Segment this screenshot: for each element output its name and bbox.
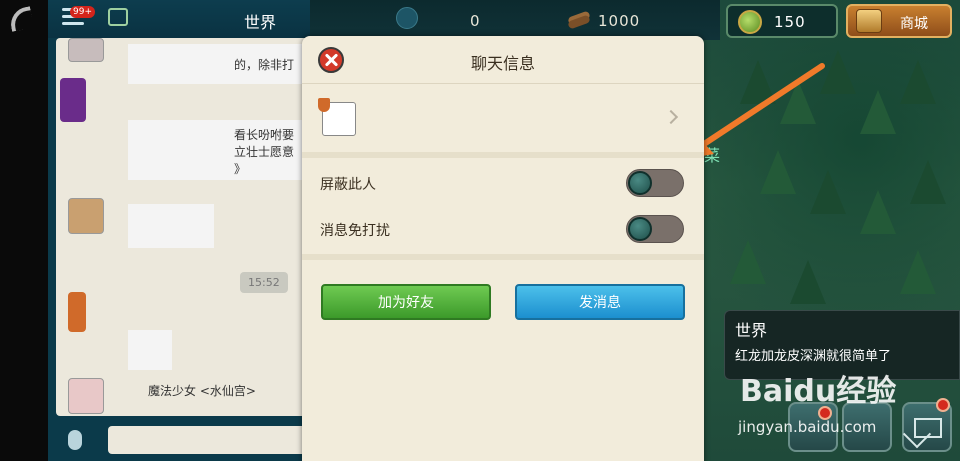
tree (790, 260, 826, 304)
chat-channel-title: 世界 (244, 13, 277, 32)
tree (900, 250, 936, 294)
unread-badge: 99+ (70, 6, 95, 18)
chat-input[interactable] (108, 426, 310, 454)
setting-row-mute: 消息免打扰 (302, 206, 704, 252)
avatar[interactable] (60, 78, 86, 122)
resource-value: 0 (470, 12, 480, 30)
setting-row-block: 屏蔽此人 (302, 160, 704, 206)
watermark-url: jingyan.baidu.com (738, 418, 877, 436)
shop-label: 商城 (900, 16, 928, 32)
chat-panel: 99+ 世界 的，除非打 看长吩咐要 立壮士愿意 》 15:52 魔法少女 <水… (48, 0, 310, 461)
shop-button[interactable]: 商城 (846, 4, 952, 38)
mute-notifications-label: 消息免打扰 (320, 223, 390, 239)
message-text: 看长吩咐要 (234, 128, 295, 142)
mute-notifications-toggle[interactable] (626, 215, 684, 243)
toggle-knob (628, 217, 652, 241)
treasure-chest-icon (856, 9, 882, 33)
chat-info-dialog: 聊天信息 屏蔽此人 消息免打扰 加为好友 发消息 (302, 36, 704, 461)
add-friend-button[interactable]: 加为好友 (321, 284, 491, 320)
world-chat-title: 世界 (735, 321, 768, 340)
gem-icon (738, 10, 762, 34)
bell-icon[interactable] (396, 7, 418, 29)
sender-name: 魔法少女 <水仙宫> (148, 384, 256, 398)
send-message-button[interactable]: 发消息 (515, 284, 685, 320)
resource-bar (300, 0, 720, 40)
chat-messages[interactable]: 的，除非打 看长吩咐要 立壮士愿意 》 15:52 魔法少女 <水仙宫> (56, 38, 310, 416)
message-bubble (128, 330, 172, 370)
message-bubble (128, 204, 214, 248)
profile-row[interactable] (302, 92, 704, 148)
watermark-logo: Baidu经验 (740, 374, 897, 409)
chevron-right-icon (663, 109, 679, 125)
message-text: 立壮士愿意 (234, 145, 295, 159)
mail-button[interactable] (902, 398, 952, 452)
notification-dot (936, 398, 950, 412)
wood-icon (568, 11, 590, 29)
chat-input-bar (48, 420, 310, 461)
divider (302, 152, 704, 158)
block-user-label: 屏蔽此人 (320, 177, 376, 193)
world-chat-message: 红龙加龙皮深渊就很简单了 (735, 349, 892, 364)
mail-icon (914, 418, 942, 438)
message-text: 》 (234, 162, 247, 176)
tree (730, 240, 766, 284)
avatar[interactable] (68, 292, 86, 332)
message-text: 的，除非打 (234, 58, 295, 72)
tree (860, 190, 896, 234)
avatar[interactable] (68, 198, 104, 234)
tree (900, 60, 936, 104)
gem-counter[interactable]: 150 (726, 4, 838, 38)
toggle-knob (628, 171, 652, 195)
left-bezel (0, 0, 48, 461)
timestamp: 15:52 (240, 272, 288, 293)
rank-badge-icon (318, 98, 330, 112)
tree (860, 90, 896, 134)
divider (302, 254, 704, 260)
tree (810, 170, 846, 214)
dialog-title: 聊天信息 (470, 54, 535, 73)
chat-header: 99+ 世界 (48, 0, 310, 38)
dialog-header: 聊天信息 (302, 36, 704, 84)
share-icon[interactable] (108, 8, 128, 26)
tree (910, 160, 946, 204)
avatar[interactable] (68, 38, 104, 62)
gem-count: 150 (774, 13, 806, 31)
wood-count: 1000 (598, 12, 641, 30)
back-gesture-icon[interactable] (8, 6, 34, 32)
microphone-icon[interactable] (68, 430, 82, 450)
block-user-toggle[interactable] (626, 169, 684, 197)
avatar[interactable] (68, 378, 104, 414)
